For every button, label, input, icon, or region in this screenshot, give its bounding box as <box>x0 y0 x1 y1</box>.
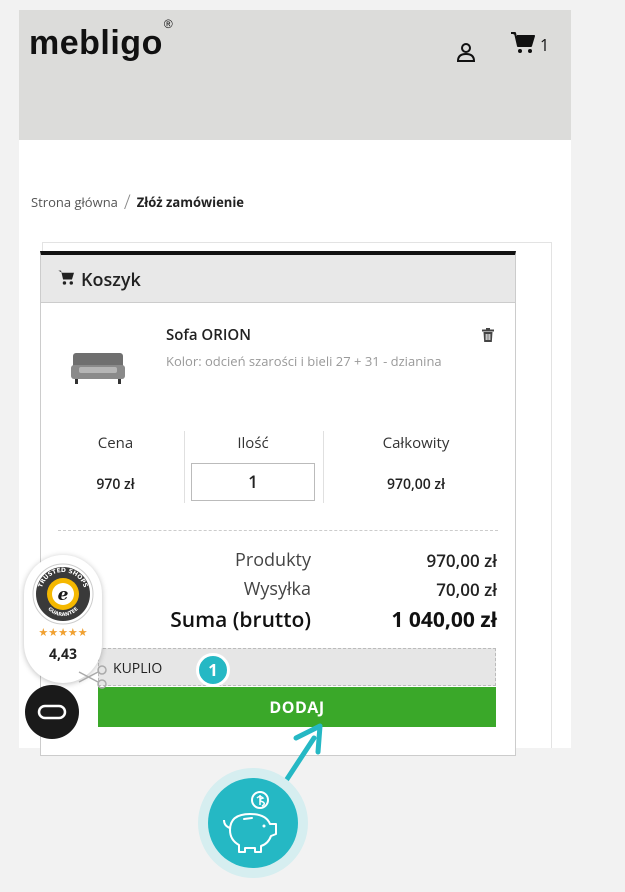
coupon-toggle-button[interactable] <box>25 685 79 739</box>
cart-title: Koszyk <box>81 268 141 292</box>
quantity-input[interactable]: 1 <box>191 463 315 501</box>
trash-icon[interactable] <box>482 328 494 342</box>
svg-text:e: e <box>58 585 69 605</box>
total-value: 1 040,00 zł <box>391 606 497 634</box>
product-name[interactable]: Sofa ORION <box>166 325 251 345</box>
user-icon[interactable] <box>456 42 476 62</box>
column-divider <box>323 431 324 503</box>
cart-header: Koszyk <box>41 255 515 303</box>
breadcrumb-current: Złóż zamówienie <box>136 193 244 211</box>
cart-icon[interactable] <box>511 32 535 54</box>
logo[interactable]: mebligo® <box>29 17 173 63</box>
rating-stars: ★★★★★ <box>38 625 88 640</box>
coupon-field[interactable]: KUPLIO <box>98 648 496 686</box>
breadcrumb: Strona główna / Złóż zamówienie <box>31 186 244 215</box>
site-header: mebligo® 1 <box>19 10 571 140</box>
unit-price: 970 zł <box>96 475 135 494</box>
column-divider <box>184 431 185 503</box>
shipping-label: Wysyłka <box>243 577 311 601</box>
cart-count: 1 <box>540 34 550 56</box>
piggy-bank-icon <box>223 791 277 853</box>
coupon-label: KUPLIO <box>113 659 163 678</box>
shipping-value: 70,00 zł <box>436 578 497 601</box>
quantity-column-label: Ilość <box>237 433 269 453</box>
product-variant: Kolor: odcień szarości i bieli 27 + 31 -… <box>166 352 442 370</box>
piggy-bank-button[interactable] <box>208 778 298 868</box>
divider <box>58 530 498 531</box>
products-label: Produkty <box>235 548 311 572</box>
products-value: 970,00 zł <box>426 549 497 572</box>
rating-value: 4,43 <box>48 645 77 664</box>
line-total: 970,00 zł <box>386 475 446 494</box>
logo-text: mebligo <box>29 24 163 62</box>
annotation-badge: 1 <box>196 653 230 687</box>
sofa-image <box>71 353 125 384</box>
scissors-icon <box>78 665 107 689</box>
breadcrumb-home[interactable]: Strona główna <box>31 193 118 211</box>
registered-mark: ® <box>163 16 174 31</box>
total-label: Suma (brutto) <box>170 606 311 634</box>
breadcrumb-separator: / <box>123 188 131 215</box>
cart-icon <box>58 270 74 285</box>
link-icon <box>37 704 67 720</box>
price-column-label: Cena <box>97 433 134 453</box>
total-column-label: Całkowity <box>382 433 450 453</box>
trusted-shops-seal-icon: e TRUSTED SHOPS GUARANTEE <box>32 563 94 625</box>
